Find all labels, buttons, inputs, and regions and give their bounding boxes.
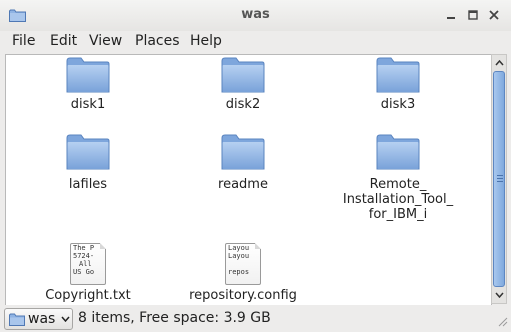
file-label: Copyright.txt	[45, 288, 131, 303]
vertical-scrollbar[interactable]	[491, 54, 507, 304]
close-button[interactable]	[487, 8, 501, 22]
file-item-repository-config[interactable]: Layou Layou repos repository.config	[173, 243, 313, 303]
file-manager-window: was File Edit View Places Help disk1 dis…	[0, 0, 511, 332]
file-item-disk1[interactable]: disk1	[18, 57, 158, 112]
scroll-up-button[interactable]	[492, 56, 506, 70]
menu-bar: File Edit View Places Help	[0, 31, 511, 53]
menu-edit[interactable]: Edit	[50, 33, 77, 49]
minimize-icon	[447, 17, 455, 19]
file-item-remote-installation-tool[interactable]: Remote_ Installation_Tool_ for_IBM_i	[328, 134, 468, 222]
file-label: disk3	[380, 97, 416, 112]
file-item-lafiles[interactable]: lafiles	[18, 134, 158, 192]
maximize-icon	[468, 10, 478, 20]
menu-file[interactable]: File	[12, 33, 35, 49]
status-bar: was 8 items, Free space: 3.9 GB	[0, 305, 511, 332]
file-label-line: for_IBM_i	[368, 207, 428, 222]
file-label: disk1	[70, 97, 106, 112]
file-item-readme[interactable]: readme	[173, 134, 313, 192]
file-label: repository.config	[189, 288, 297, 303]
text-file-icon: Layou Layou repos	[225, 243, 261, 285]
chevron-down-icon	[61, 316, 70, 322]
file-label: lafiles	[68, 177, 108, 192]
close-icon	[489, 10, 499, 20]
page-corner	[100, 243, 106, 249]
preview-line: All	[79, 260, 92, 268]
folder-icon	[66, 57, 110, 93]
minimize-button[interactable]	[444, 8, 458, 22]
location-dropdown[interactable]: was	[4, 308, 73, 330]
file-preview: Layou Layou repos	[225, 243, 261, 285]
folder-icon	[376, 134, 420, 170]
preview-line	[226, 260, 260, 268]
preview-line: 5724-	[73, 252, 95, 260]
resize-grip-icon[interactable]	[496, 315, 508, 327]
file-label-line: Installation_Tool_	[342, 192, 454, 207]
file-label: readme	[218, 177, 268, 192]
file-item-disk2[interactable]: disk2	[173, 57, 313, 112]
file-view[interactable]: disk1 disk2 disk3 lafiles readme Remote_…	[5, 54, 492, 306]
file-label-line: Remote_	[369, 177, 427, 192]
file-item-disk3[interactable]: disk3	[328, 57, 468, 112]
thumb-grip	[497, 175, 503, 176]
file-preview: The P 5724- All US Go	[70, 243, 106, 285]
folder-icon	[66, 134, 110, 170]
file-label: disk2	[225, 97, 261, 112]
file-item-copyright[interactable]: The P 5724- All US Go Copyright.txt	[18, 243, 158, 303]
menu-places[interactable]: Places	[135, 33, 180, 49]
location-label: was	[28, 311, 56, 327]
status-summary: 8 items, Free space: 3.9 GB	[78, 310, 271, 326]
menu-help[interactable]: Help	[190, 33, 222, 49]
text-file-icon: The P 5724- All US Go	[70, 243, 106, 285]
thumb-grip	[497, 181, 503, 182]
maximize-button[interactable]	[466, 8, 480, 22]
preview-line: Layou	[228, 252, 250, 260]
page-corner	[255, 243, 261, 249]
scroll-thumb[interactable]	[493, 71, 505, 287]
title-bar[interactable]: was	[0, 0, 511, 32]
chevron-down-icon	[494, 292, 504, 298]
preview-line: US Go	[73, 268, 95, 276]
thumb-grip	[497, 178, 503, 179]
folder-icon	[9, 313, 25, 326]
preview-line: repos	[228, 268, 250, 276]
window-title: was	[241, 7, 270, 22]
menu-view[interactable]: View	[89, 33, 122, 49]
folder-icon	[221, 57, 265, 93]
scroll-down-button[interactable]	[492, 288, 506, 302]
folder-icon	[376, 57, 420, 93]
chevron-up-icon	[494, 60, 504, 66]
folder-icon	[221, 134, 265, 170]
